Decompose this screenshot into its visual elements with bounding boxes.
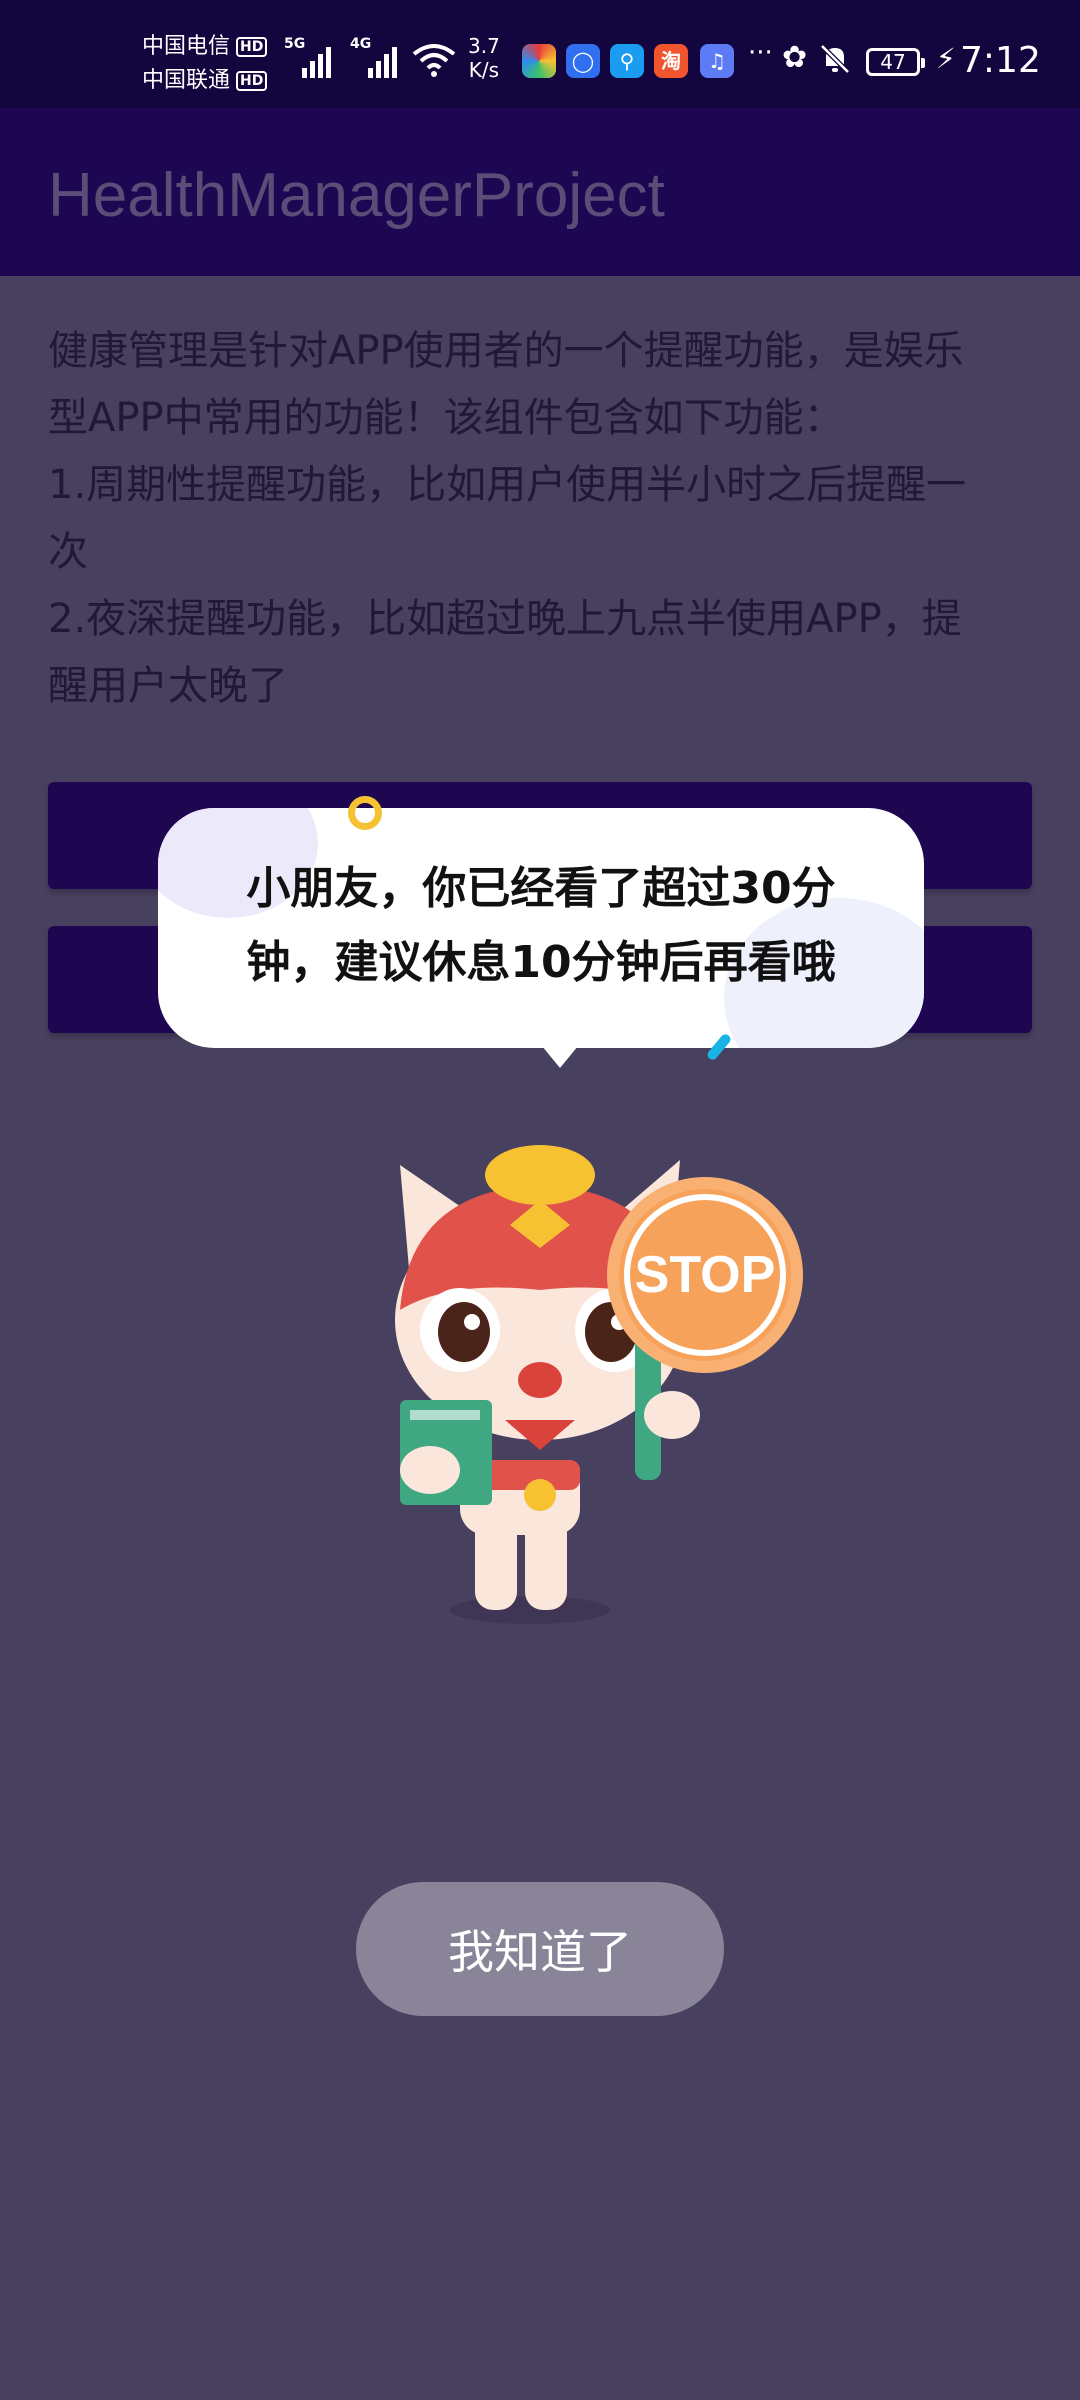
cat-mascot-illustration: STOP	[395, 1145, 803, 1624]
mascot-hat	[485, 1145, 595, 1205]
carrier-info: 中国电信 HD 中国联通 HD	[142, 30, 268, 98]
reminder-bubble: 小朋友，你已经看了超过30分 钟，建议休息10分钟后再看哦	[158, 808, 924, 1048]
bluetooth-icon: ✿	[782, 40, 808, 75]
mascot-eye	[438, 1302, 490, 1362]
reminder-message: 小朋友，你已经看了超过30分 钟，建议休息10分钟后再看哦	[246, 863, 836, 988]
taobao-app-icon: 淘	[654, 44, 688, 78]
wifi-icon	[412, 44, 456, 77]
network-speed-unit: K/s	[468, 58, 500, 82]
carrier-1-label: 中国电信	[142, 34, 231, 59]
signal-icon-1	[302, 40, 331, 78]
battery-level: 47	[880, 50, 906, 74]
ring-decoration	[348, 796, 382, 830]
search-app-icon: ⚲	[610, 44, 644, 78]
network-speed: 3.7 K/s	[468, 34, 500, 82]
bubble-tail	[542, 1046, 578, 1068]
bell-muted-icon	[820, 44, 850, 74]
signal-icon-2	[368, 40, 397, 78]
mascot-mouth	[518, 1362, 562, 1398]
description-text: 健康管理是针对APP使用者的一个提醒功能，是娱乐 型APP中常用的功能！该组件包…	[48, 328, 967, 709]
network-speed-value: 3.7	[468, 34, 500, 58]
got-it-button[interactable]: 我知道了	[356, 1882, 724, 2016]
music-app-icon: ♫	[700, 44, 734, 78]
stop-sign-text: STOP	[635, 1246, 776, 1304]
colorful-app-icon	[522, 44, 556, 78]
battery-indicator: 47	[866, 48, 925, 76]
status-bar: 中国电信 HD 中国联通 HD 5G 4G 3.7 K/s ◯ ⚲ 淘 ♫ ··· …	[0, 0, 1080, 108]
hd-badge-1: HD	[236, 37, 268, 57]
hd-badge-2: HD	[236, 71, 268, 91]
app-title: HealthManagerProject	[48, 161, 665, 230]
carrier-2-label: 中国联通	[142, 68, 231, 93]
medal-icon	[524, 1479, 556, 1511]
more-notifications-icon: ···	[748, 38, 773, 68]
charging-icon: ⚡	[936, 42, 956, 75]
lightbulb-app-icon: ◯	[566, 44, 600, 78]
status-time: 7:12	[960, 40, 1041, 81]
app-bar: HealthManagerProject	[0, 108, 1080, 276]
